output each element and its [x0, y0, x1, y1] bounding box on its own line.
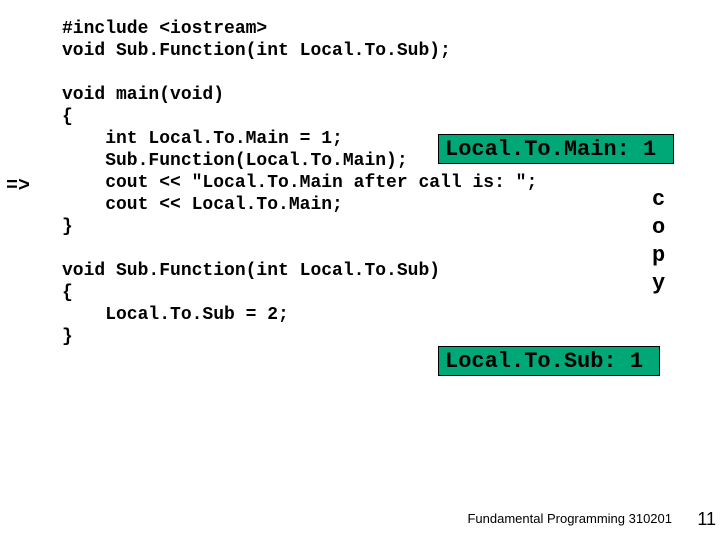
slide: #include <iostream> void Sub.Function(in… — [0, 0, 720, 540]
variable-box-sub: Local.To.Sub: 1 — [438, 346, 660, 376]
copy-letter: c — [652, 186, 665, 214]
code-line: Local.To.Sub = 2; — [62, 305, 289, 325]
code-line: void main(void) — [62, 85, 224, 105]
execution-pointer-arrow: => — [6, 175, 30, 198]
code-line: int Local.To.Main = 1; — [62, 129, 343, 149]
code-line: { — [62, 107, 73, 127]
code-line: { — [62, 283, 73, 303]
code-line: #include <iostream> — [62, 19, 267, 39]
variable-box-main: Local.To.Main: 1 — [438, 134, 674, 164]
copy-letter: o — [652, 214, 665, 242]
page-number: 11 — [697, 509, 716, 530]
code-line: } — [62, 217, 73, 237]
copy-annotation: c o p y — [652, 186, 665, 298]
copy-letter: y — [652, 270, 665, 298]
code-block: #include <iostream> void Sub.Function(in… — [62, 18, 702, 348]
footer-text: Fundamental Programming 310201 — [467, 511, 672, 526]
code-line: } — [62, 327, 73, 347]
code-line: void Sub.Function(int Local.To.Sub); — [62, 41, 451, 61]
copy-letter: p — [652, 242, 665, 270]
code-line: cout << Local.To.Main; — [62, 195, 343, 215]
code-line: Sub.Function(Local.To.Main); — [62, 151, 408, 171]
code-line: void Sub.Function(int Local.To.Sub) — [62, 261, 440, 281]
code-line: cout << "Local.To.Main after call is: "; — [62, 173, 537, 193]
